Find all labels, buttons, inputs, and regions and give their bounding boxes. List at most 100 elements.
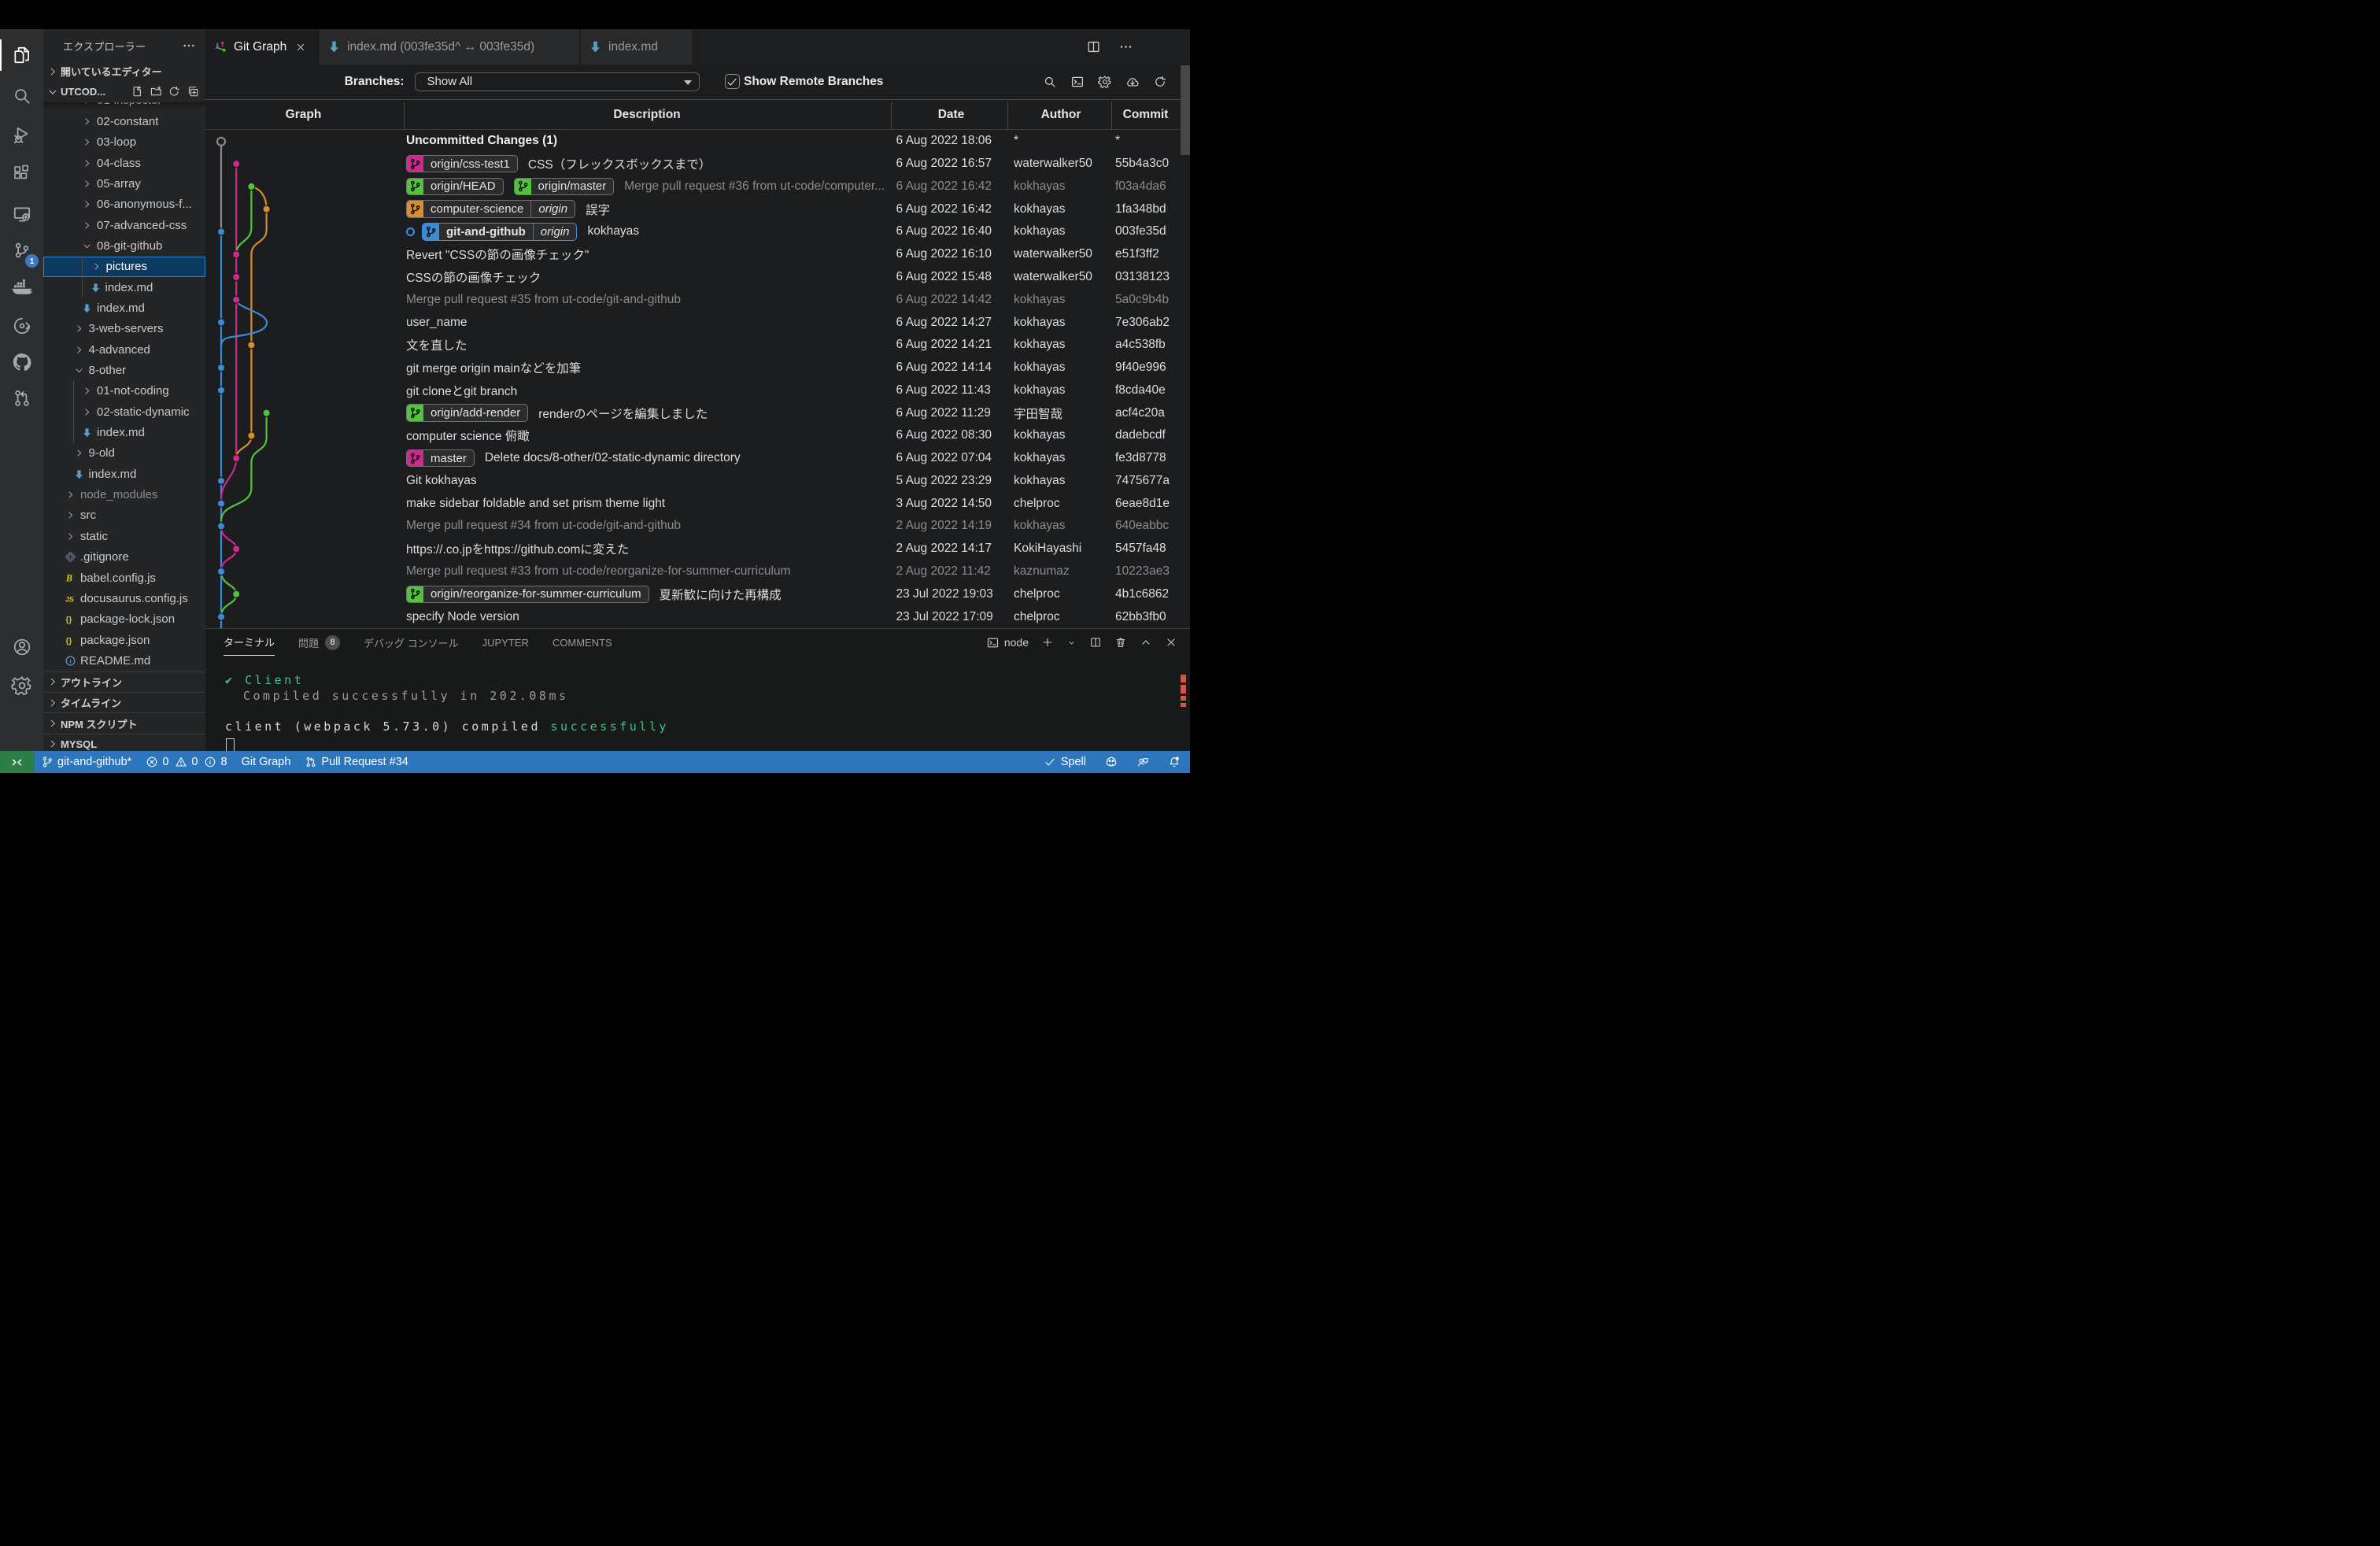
commit-row-7e306ab2[interactable]: user_name6 Aug 2022 14:27kokhayas7e306ab…	[205, 311, 1190, 334]
activity-search-icon[interactable]	[0, 77, 43, 115]
activity-remote-explorer-icon[interactable]	[0, 195, 43, 233]
tree-item-8-other[interactable]: 8-other	[43, 360, 205, 380]
activity-source-control-icon[interactable]: 1	[0, 231, 43, 269]
new-terminal-icon[interactable]	[1041, 636, 1054, 649]
status-item-git-and-github-[interactable]: git-and-github*	[41, 756, 131, 768]
tree-item-06-anonymous-f-[interactable]: 06-anonymous-f...	[43, 194, 205, 215]
panel-tab-デバッグ コンソール[interactable]: デバッグ コンソール	[364, 629, 459, 656]
remote-indicator[interactable]	[0, 751, 35, 773]
commit-row-9f40e996[interactable]: git merge origin mainなどを加筆6 Aug 2022 14:…	[205, 357, 1190, 379]
settings-gear-icon[interactable]	[1098, 75, 1112, 89]
new-file-icon[interactable]	[131, 85, 144, 98]
show-remote-branches-checkbox[interactable]	[725, 74, 740, 89]
refresh-icon[interactable]	[1153, 75, 1167, 89]
commit-row-5a0c9b4b[interactable]: Merge pull request #35 from ut-code/git-…	[205, 288, 1190, 311]
commit-row-62bb3fb0[interactable]: specify Node version23 Jul 2022 17:09che…	[205, 605, 1190, 628]
tree-item-05-array[interactable]: 05-array	[43, 173, 205, 194]
activity-accounts-icon[interactable]	[0, 628, 43, 666]
tree-item-pictures[interactable]: pictures	[43, 257, 205, 277]
status-item-copilot-icon[interactable]	[1105, 756, 1118, 768]
commit-row-acf4c20a[interactable]: origin/add-renderrenderのページを編集しました6 Aug …	[205, 401, 1190, 424]
refresh-icon[interactable]	[168, 85, 181, 98]
status-item-bell-icon[interactable]	[1168, 756, 1181, 768]
status-item-pull-request-34[interactable]: Pull Request #34	[305, 756, 408, 768]
commit-row-003fe35d[interactable]: git-and-githuboriginkokhayas6 Aug 2022 1…	[205, 220, 1190, 243]
commit-row-10223ae3[interactable]: Merge pull request #33 from ut-code/reor…	[205, 560, 1190, 583]
tree-item-static[interactable]: static	[43, 526, 205, 546]
fetch-icon[interactable]	[1125, 75, 1140, 89]
tree-item-08-git-github[interactable]: 08-git-github	[43, 235, 205, 256]
new-folder-icon[interactable]	[150, 85, 163, 98]
tree-item-9-old[interactable]: 9-old	[43, 443, 205, 464]
commit-row-5457fa48[interactable]: https://.co.jpをhttps://github.comに変えた2 A…	[205, 538, 1190, 560]
commit-row-a4c538fb[interactable]: 文を直した6 Aug 2022 14:21kokhayasa4c538fb	[205, 334, 1190, 357]
branch-label-computer-science[interactable]: computer-scienceorigin	[406, 200, 575, 218]
search-icon[interactable]	[1043, 75, 1057, 89]
branch-label-origin/css-test1[interactable]: origin/css-test1	[406, 155, 518, 173]
tree-item-babel-config-js[interactable]: Bbabel.config.js	[43, 568, 205, 588]
tab-index-md-003fe35d-003fe35d-[interactable]: index.md (003fe35d^ ↔ 003fe35d)	[319, 29, 580, 65]
activity-run-debug-icon[interactable]	[0, 116, 43, 153]
tree-item-index-md[interactable]: index.md	[43, 298, 205, 318]
status-item-git-graph[interactable]: Git Graph	[242, 756, 291, 768]
activity-explorer-icon[interactable]	[0, 36, 43, 74]
chevron-up-icon[interactable]	[1140, 636, 1152, 649]
commit-row-f03a4da6[interactable]: origin/HEADorigin/masterMerge pull reque…	[205, 176, 1190, 198]
commit-row-f8cda40e[interactable]: git cloneとgit branch6 Aug 2022 11:43kokh…	[205, 379, 1190, 401]
commit-row-4b1c6862[interactable]: origin/reorganize-for-summer-curriculum夏…	[205, 583, 1190, 605]
activity-pull-request-icon[interactable]	[0, 379, 43, 417]
commit-row-fe3d8778[interactable]: masterDelete docs/8-other/02-static-dyna…	[205, 447, 1190, 470]
tree-item-3-web-servers[interactable]: 3-web-servers	[43, 319, 205, 339]
activity-extensions-icon[interactable]	[0, 154, 43, 192]
tab-git-graph[interactable]: Git Graph	[205, 29, 319, 65]
branch-label-origin/reorganize-for-summer-curriculum[interactable]: origin/reorganize-for-summer-curriculum	[406, 586, 649, 604]
commit-row-*[interactable]: Uncommitted Changes (1)6 Aug 2022 18:06*…	[205, 130, 1190, 153]
sidebar-section-MYSQL[interactable]: MYSQL	[43, 734, 205, 751]
collapse-all-icon[interactable]	[187, 85, 200, 98]
branch-label-master[interactable]: master	[406, 449, 475, 468]
tree-item--gitignore[interactable]: .gitignore	[43, 547, 205, 568]
tree-item-node-modules[interactable]: node_modules	[43, 484, 205, 505]
commit-row-55b4a3c0[interactable]: origin/css-test1CSS（フレックスボックスまで）6 Aug 20…	[205, 153, 1190, 176]
terminal-icon[interactable]	[1070, 75, 1085, 89]
tree-item-src[interactable]: src	[43, 505, 205, 526]
commit-row-1fa348bd[interactable]: computer-scienceorigin誤字6 Aug 2022 16:42…	[205, 198, 1190, 220]
close-icon[interactable]	[1165, 636, 1177, 649]
branch-label-origin/master[interactable]: origin/master	[514, 178, 615, 196]
tree-item-index-md[interactable]: index.md	[43, 277, 205, 298]
branch-label-git-and-github[interactable]: git-and-githuborigin	[422, 223, 577, 241]
activity-github-icon[interactable]	[0, 343, 43, 381]
tree-item-02-static-dynamic[interactable]: 02-static-dynamic	[43, 401, 205, 422]
trash-icon[interactable]	[1114, 636, 1127, 649]
split-editor-icon[interactable]	[1086, 39, 1101, 54]
branch-label-origin/add-render[interactable]: origin/add-render	[406, 404, 528, 422]
panel-tab-COMMENTS[interactable]: COMMENTS	[552, 629, 612, 656]
tree-item-03-loop[interactable]: 03-loop	[43, 132, 205, 153]
close-icon[interactable]	[295, 42, 306, 53]
branch-label-origin/HEAD[interactable]: origin/HEAD	[406, 178, 504, 196]
status-item-problems[interactable]: 008	[146, 756, 227, 768]
table-scrollbar[interactable]	[1181, 65, 1191, 155]
tree-item-index-md[interactable]: index.md	[43, 422, 205, 442]
activity-gitlens-icon[interactable]	[0, 307, 43, 345]
split-panel-icon[interactable]	[1089, 636, 1102, 649]
activity-settings-icon[interactable]	[0, 667, 43, 705]
tree-item-4-advanced[interactable]: 4-advanced	[43, 339, 205, 360]
sidebar-section-NPM スクリプト[interactable]: NPM スクリプト	[43, 712, 205, 733]
tree-item-docusaurus-config-js[interactable]: JSdocusaurus.config.js	[43, 588, 205, 608]
tree-item-04-class[interactable]: 04-class	[43, 153, 205, 173]
activity-docker-icon[interactable]	[0, 268, 43, 305]
terminal-shell-selector[interactable]: node	[986, 636, 1029, 649]
column-header-date[interactable]: Date	[889, 100, 1014, 131]
tree-item-package-json[interactable]: {}package.json	[43, 630, 205, 650]
commit-row-e51f3ff2[interactable]: Revert "CSSの節の画像チェック"6 Aug 2022 16:10wat…	[205, 243, 1190, 266]
commit-row-6eae8d1e[interactable]: make sidebar foldable and set prism them…	[205, 492, 1190, 515]
tree-item-02-constant[interactable]: 02-constant	[43, 111, 205, 131]
tree-item-readme-md[interactable]: README.md	[43, 650, 205, 671]
branches-dropdown[interactable]: Show All	[415, 72, 700, 92]
commit-row-03138123[interactable]: CSSの節の画像チェック6 Aug 2022 15:48waterwalker5…	[205, 266, 1190, 289]
commit-row-640eabbc[interactable]: Merge pull request #34 from ut-code/git-…	[205, 515, 1190, 538]
tab-index-md[interactable]: index.md	[580, 29, 693, 65]
panel-tab-問題[interactable]: 問題8	[298, 629, 340, 656]
commit-row-dadebcdf[interactable]: computer science 俯瞰6 Aug 2022 08:30kokha…	[205, 424, 1190, 447]
